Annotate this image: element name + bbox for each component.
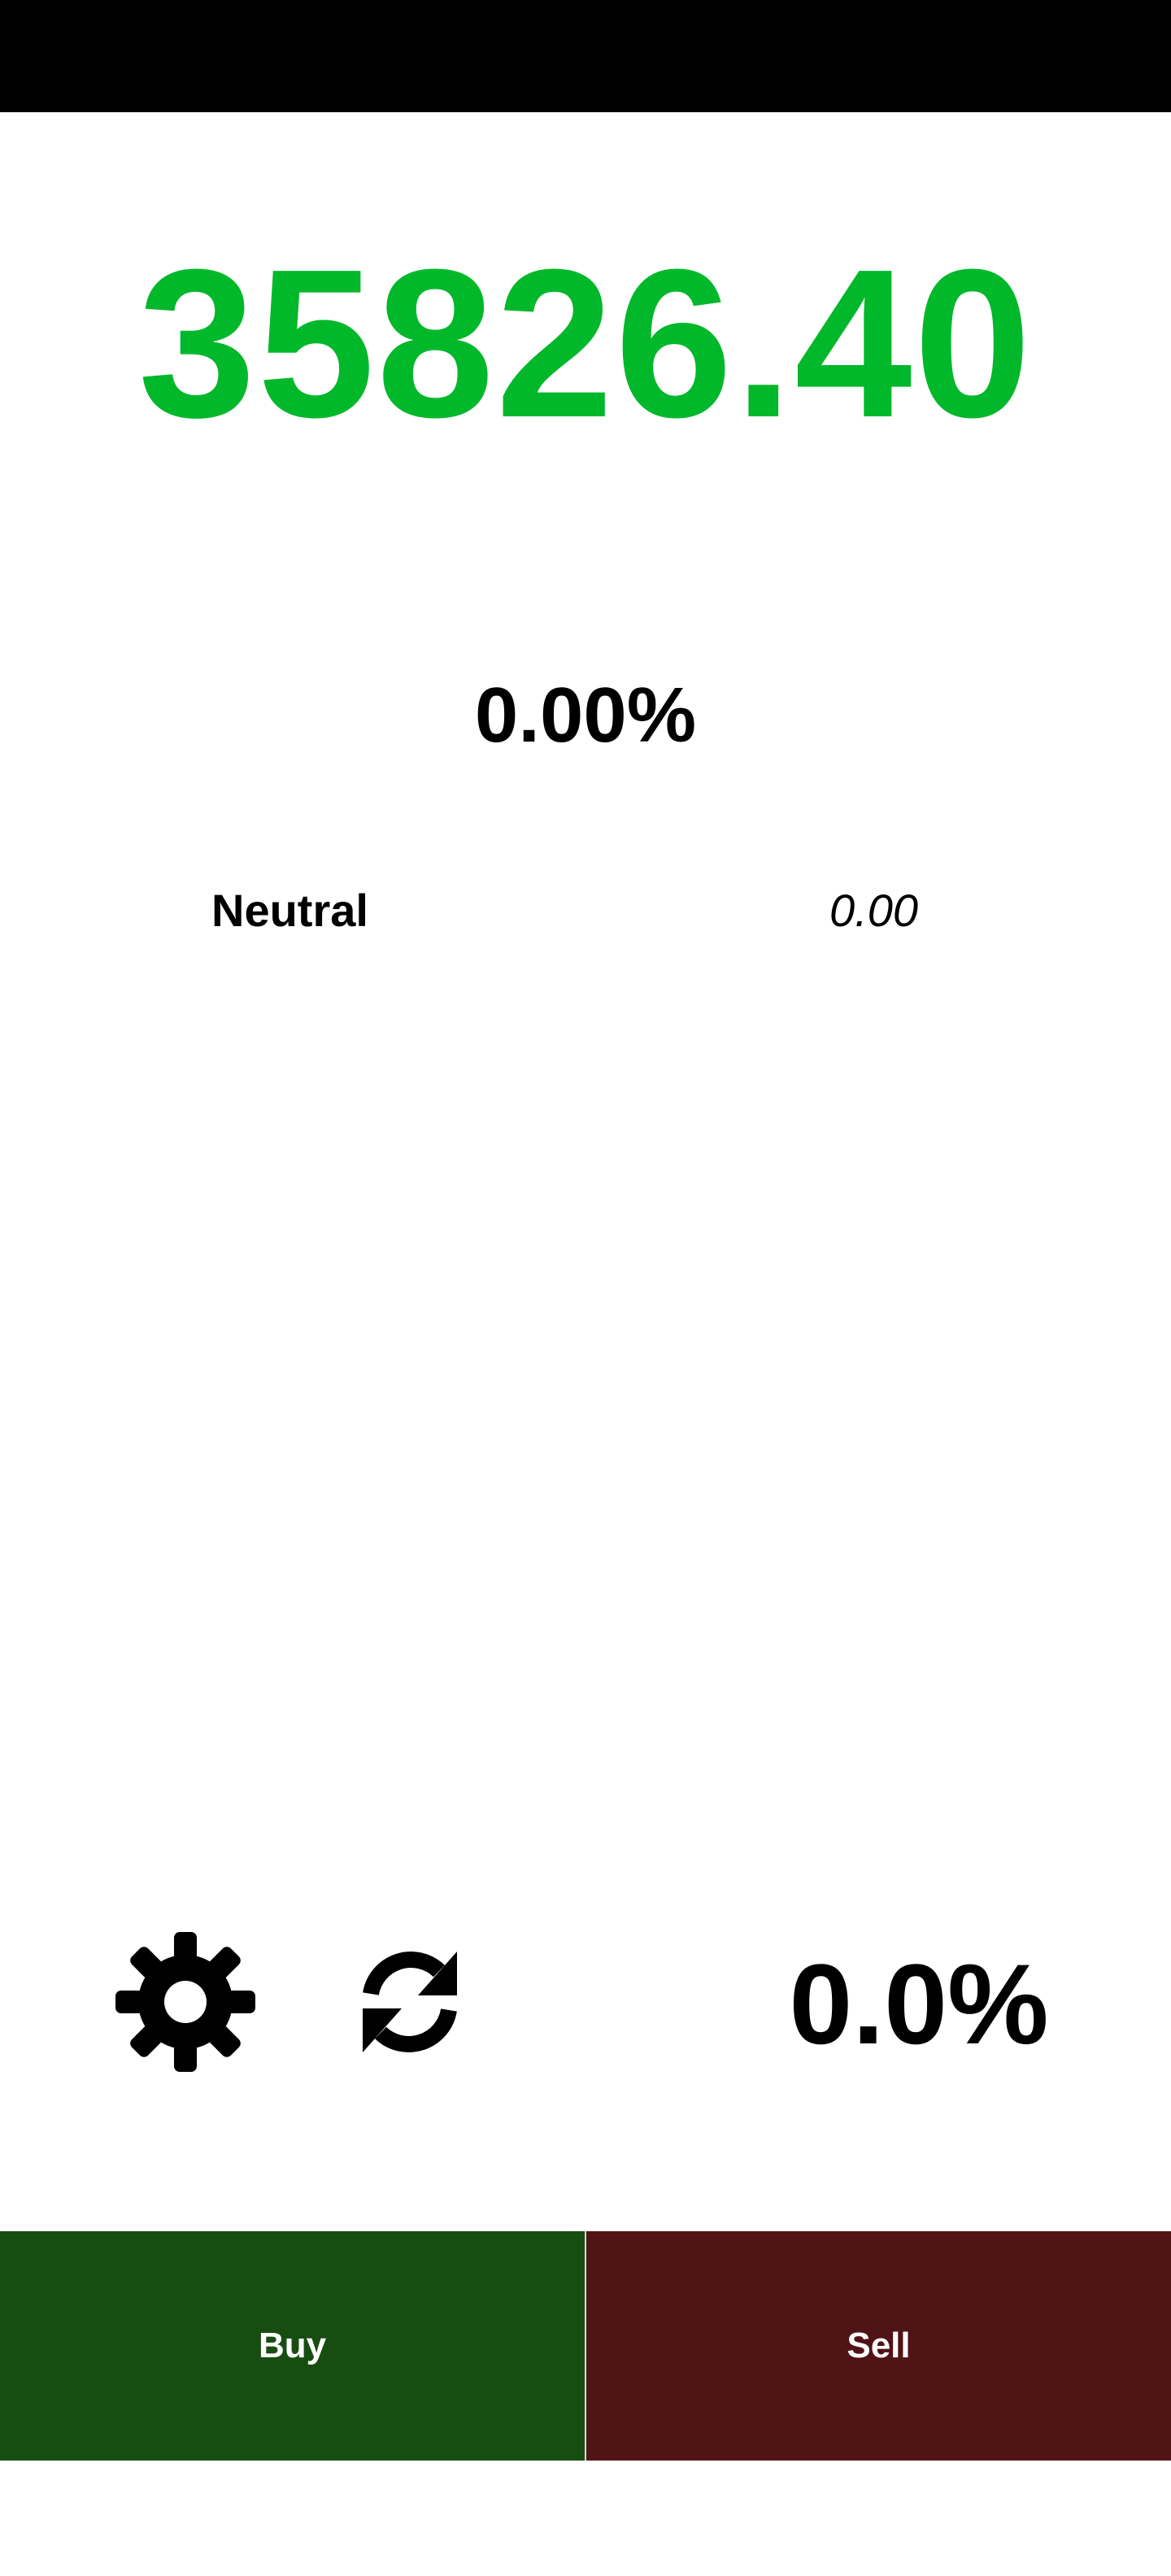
trade-action-bar: Buy Sell: [0, 2231, 1171, 2461]
change-percent: 0.00%: [474, 672, 697, 759]
position-percent: 0.0%: [789, 1940, 1049, 2068]
sell-button[interactable]: Sell: [586, 2231, 1171, 2461]
sentiment-label: Neutral: [211, 885, 368, 936]
status-bar: [0, 0, 1171, 112]
sentiment-value: 0.00: [829, 885, 918, 936]
gear-icon[interactable]: [114, 1930, 257, 2073]
refresh-icon[interactable]: [338, 1930, 481, 2073]
price-display: 35826.40: [137, 226, 1034, 462]
app-screen: 35826.40 0.00% Neutral 0.00 0.0% Buy Sel…: [0, 0, 1171, 2576]
buy-button[interactable]: Buy: [0, 2231, 586, 2461]
